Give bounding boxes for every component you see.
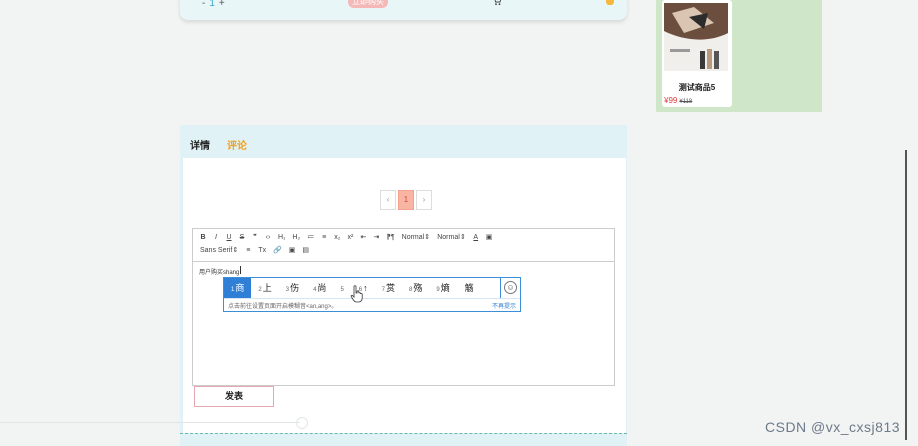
pagination: ‹ 1 › (380, 190, 432, 210)
candidate-text: 伤 (290, 283, 300, 293)
bullet-list-button[interactable]: ≡ (321, 234, 327, 241)
blockquote-button[interactable]: ❞ (252, 233, 258, 241)
buy-now-button[interactable]: 立即购买 (348, 0, 388, 8)
next-page-button[interactable]: › (416, 190, 432, 210)
underline-button[interactable]: U (226, 234, 232, 241)
align-button[interactable]: ≡ (245, 247, 251, 254)
candidate-number: 5 (340, 287, 344, 293)
chevron-down-icon: ⇕ (232, 247, 239, 254)
candidate-item[interactable]: 觞 (457, 278, 481, 298)
indent-button[interactable]: ⇥ (373, 233, 379, 241)
direction-button[interactable]: ⁋¶ (386, 233, 394, 241)
superscript-button[interactable]: x² (347, 234, 354, 241)
background-color-button[interactable]: ▣ (486, 233, 493, 241)
size-select-value: Normal (437, 234, 460, 241)
image-button[interactable]: ▣ (289, 246, 296, 254)
prev-page-button[interactable]: ‹ (380, 190, 396, 210)
outdent-button[interactable]: ⇤ (360, 233, 366, 241)
page-number[interactable]: 1 (398, 190, 414, 210)
current-price: ¥99 (664, 96, 678, 105)
background-divider (0, 422, 300, 423)
candidate-text: 觞 (464, 283, 474, 293)
font-select-value: Sans Serif (200, 247, 233, 254)
product-action-bar: - 1 + 立即购买 (180, 0, 627, 20)
strike-button[interactable]: S (239, 234, 245, 241)
candidate-number: 1 (231, 287, 235, 293)
emoji-icon[interactable]: ☺ (504, 281, 517, 294)
code-button[interactable]: ‹› (265, 234, 271, 241)
h1-button[interactable]: H₁ (278, 234, 285, 241)
candidate-item[interactable]: 9熵 (429, 278, 456, 298)
tab-comment[interactable]: 评论 (227, 137, 247, 152)
candidate-number: 9 (436, 287, 440, 293)
tab-detail[interactable]: 详情 (190, 137, 210, 152)
candidate-text: 殇 (413, 283, 423, 293)
text-caret (240, 266, 241, 274)
font-color-button[interactable]: A (473, 234, 479, 241)
candidate-text: 尚 (317, 283, 327, 293)
candidate-item[interactable]: 7赏 (375, 278, 402, 298)
ordered-list-button[interactable]: ≔ (307, 233, 314, 241)
candidate-number: 8 (408, 287, 413, 293)
candidate-item[interactable]: 8殇 (402, 278, 429, 298)
chevron-down-icon: ⇕ (424, 234, 431, 241)
link-button[interactable]: 🔗 (273, 246, 282, 254)
qty-minus-button[interactable]: - (202, 0, 205, 9)
clean-format-button[interactable]: Tx (258, 247, 266, 254)
font-select[interactable]: Sans Serif⇕ (200, 246, 238, 254)
bulb-icon[interactable] (606, 0, 614, 5)
ime-divider (224, 298, 520, 299)
qty-plus-button[interactable]: + (219, 0, 225, 9)
h2-button[interactable]: H₂ (292, 234, 300, 241)
candidate-text: 商 (235, 283, 245, 293)
italic-button[interactable]: I (213, 234, 219, 241)
ime-separator (500, 278, 501, 298)
candidate-number: 2 (258, 287, 262, 293)
candidate-item[interactable]: 2上 (251, 278, 278, 298)
recommend-price: ¥99 ¥118 (664, 96, 692, 105)
header-select[interactable]: Normal⇕ (402, 233, 431, 241)
ime-hint[interactable]: 点击前往设置页面开启模糊音<an,ang>。 (228, 301, 337, 310)
editor-toolbar: B I U S ❞ ‹› H₁ H₂ ≔ ≡ x₂ x² ⇤ ⇥ ⁋¶ Norm… (192, 228, 615, 262)
dismiss-hint-link[interactable]: 不再提示 (492, 301, 516, 310)
bold-button[interactable]: B (200, 234, 206, 241)
editor-text[interactable]: 用户购买shang (199, 267, 239, 276)
cart-icon[interactable] (492, 0, 502, 6)
background-circle (296, 417, 308, 429)
section-divider (180, 433, 627, 434)
hand-cursor-icon (350, 285, 363, 303)
quantity-stepper[interactable]: - 1 + (202, 0, 225, 9)
video-button[interactable]: ▤ (302, 246, 309, 254)
chevron-down-icon: ⇕ (459, 234, 466, 241)
size-select[interactable]: Normal⇕ (437, 233, 466, 241)
candidate-text: 熵 (440, 283, 450, 293)
candidate-item[interactable]: 3伤 (279, 278, 306, 298)
header-select-value: Normal (401, 234, 425, 241)
watermark: CSDN @vx_cxsj813 (765, 419, 901, 435)
original-price: ¥118 (679, 99, 693, 105)
candidate-text: 赏 (385, 283, 395, 293)
candidate-item[interactable]: 1商 (224, 278, 252, 298)
candidate-text: 上 (262, 283, 272, 293)
subscript-button[interactable]: x₂ (334, 234, 340, 241)
publish-button[interactable]: 发表 (194, 386, 274, 407)
qty-value: 1 (209, 0, 215, 9)
ime-candidate-window: 1商 2上 3伤 4尚 5 6↑ 7赏 8殇 9熵 觞 ☺ 点击前往设置页面开启… (223, 277, 521, 312)
product-image[interactable] (664, 3, 728, 71)
recommend-product-name[interactable]: 测试商品5 (662, 82, 732, 93)
candidate-number: 3 (285, 287, 290, 293)
candidate-number: 7 (381, 287, 385, 293)
candidate-item[interactable]: 4尚 (306, 278, 333, 298)
scrollbar[interactable] (905, 150, 907, 440)
candidate-number: 4 (313, 287, 317, 293)
